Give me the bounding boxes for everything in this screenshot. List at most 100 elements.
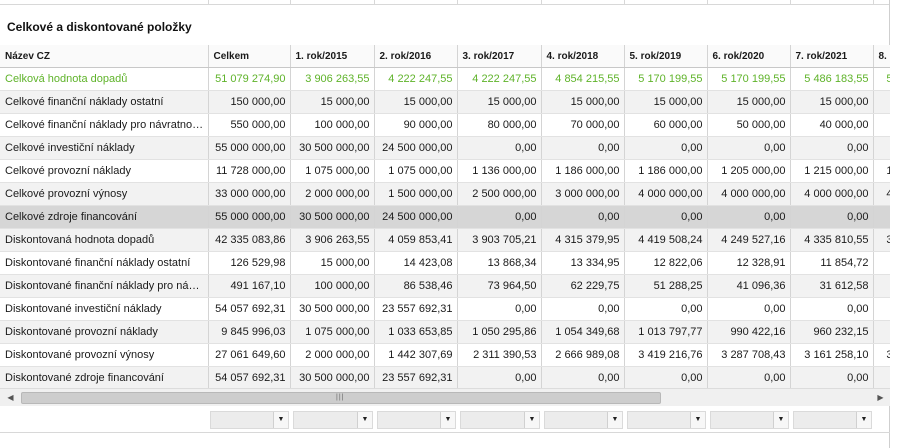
value-cell: 62 229,75 <box>541 274 625 298</box>
value-cell: 0,00 <box>624 205 708 229</box>
value-cell: 73 964,50 <box>457 274 542 298</box>
value-cell: 491 167,10 <box>208 274 291 298</box>
value-cell: 4 <box>873 182 890 206</box>
filter-dropdown[interactable]: ▼ <box>793 411 872 429</box>
filter-dropdown[interactable]: ▼ <box>377 411 456 429</box>
table-row[interactable]: Diskontované provozní náklady 9 845 996,0… <box>0 320 890 344</box>
caret-down-icon[interactable]: ▼ <box>690 412 705 428</box>
value-cell <box>873 90 890 114</box>
table-row[interactable]: Diskontované finanční náklady ostatní 126… <box>0 251 890 275</box>
filter-dropdown[interactable]: ▼ <box>460 411 540 429</box>
value-cell: 12 822,06 <box>624 251 708 275</box>
value-cell: 0,00 <box>707 297 791 321</box>
filter-dropdown[interactable]: ▼ <box>710 411 789 429</box>
value-cell: 86 538,46 <box>374 274 458 298</box>
caret-down-icon[interactable]: ▼ <box>607 412 622 428</box>
value-cell: 1 033 653,85 <box>374 320 458 344</box>
value-cell: 40 000,00 <box>790 113 874 137</box>
column-header[interactable]: Název CZ <box>0 45 209 68</box>
column-header[interactable]: 5. rok/2019 <box>624 45 708 68</box>
value-cell: 3 287 708,43 <box>707 343 791 367</box>
row-label-cell: Celkové finanční náklady pro návratnou f… <box>0 113 209 137</box>
table-row[interactable]: Celkové finanční náklady pro návratnou f… <box>0 113 890 137</box>
value-cell: 23 557 692,31 <box>374 366 458 388</box>
value-cell: 126 529,98 <box>208 251 291 275</box>
column-header[interactable]: Celkem <box>208 45 291 68</box>
value-cell: 30 500 000,00 <box>290 366 375 388</box>
value-cell: 0,00 <box>457 297 542 321</box>
value-cell: 0,00 <box>707 205 791 229</box>
value-cell: 0,00 <box>707 366 791 388</box>
table-row[interactable]: Celková hodnota dopadů 51 079 274,90 3 906… <box>0 67 890 91</box>
value-cell: 5 170 199,55 <box>707 67 791 91</box>
value-cell: 2 000 000,00 <box>290 182 375 206</box>
header-row: Název CZ Celkem 1. rok/2015 2. rok/2016 3. r… <box>0 45 890 68</box>
bottom-divider <box>0 432 890 433</box>
value-cell: 100 000,00 <box>290 113 375 137</box>
value-cell: 15 000,00 <box>624 90 708 114</box>
table-row[interactable]: Diskontované zdroje financování 54 057 69… <box>0 366 890 388</box>
table-row[interactable]: Diskontované provozní výnosy 27 061 649,6… <box>0 343 890 367</box>
caret-down-icon[interactable]: ▼ <box>357 412 372 428</box>
table-row[interactable]: Diskontované investiční náklady 54 057 69… <box>0 297 890 321</box>
column-filter-bar: ▼ ▼ ▼ ▼ ▼ ▼ ▼ ▼ <box>0 410 890 430</box>
value-cell: 9 845 996,03 <box>208 320 291 344</box>
scrollbar-thumb[interactable]: ||| <box>21 392 661 404</box>
column-header[interactable]: 3. rok/2017 <box>457 45 542 68</box>
value-cell: 55 000 000,00 <box>208 136 291 160</box>
value-cell: 100 000,00 <box>290 274 375 298</box>
value-cell <box>873 136 890 160</box>
value-cell: 1 075 000,00 <box>374 159 458 183</box>
value-cell <box>873 205 890 229</box>
column-header[interactable]: 1. rok/2015 <box>290 45 375 68</box>
column-header[interactable]: 8. <box>873 45 890 68</box>
caret-down-icon[interactable]: ▼ <box>440 412 455 428</box>
value-cell: 0,00 <box>790 297 874 321</box>
filter-dropdown[interactable]: ▼ <box>293 411 373 429</box>
column-header[interactable]: 4. rok/2018 <box>541 45 625 68</box>
caret-down-icon[interactable]: ▼ <box>773 412 788 428</box>
table-row[interactable]: Celkové finanční náklady ostatní 150 000,… <box>0 90 890 114</box>
value-cell <box>873 274 890 298</box>
value-cell: 50 000,00 <box>707 113 791 137</box>
table-row[interactable]: Diskontovaná hodnota dopadů 42 335 083,86… <box>0 228 890 252</box>
filter-dropdown[interactable]: ▼ <box>210 411 289 429</box>
column-header[interactable]: 7. rok/2021 <box>790 45 874 68</box>
table-row[interactable]: Celkové zdroje financování 55 000 000,00 3… <box>0 205 890 229</box>
value-cell: 550 000,00 <box>208 113 291 137</box>
value-cell: 0,00 <box>541 297 625 321</box>
row-label-cell: Diskontovaná hodnota dopadů <box>0 228 209 252</box>
value-cell: 0,00 <box>624 366 708 388</box>
column-header[interactable]: 2. rok/2016 <box>374 45 458 68</box>
table-row[interactable]: Celkové provozní výnosy 33 000 000,00 2 00… <box>0 182 890 206</box>
value-cell: 990 422,16 <box>707 320 791 344</box>
scroll-right-icon[interactable]: ▶ <box>872 389 889 406</box>
value-cell: 1 013 797,77 <box>624 320 708 344</box>
table-row[interactable]: Celkové provozní náklady 11 728 000,00 1 0… <box>0 159 890 183</box>
table-row[interactable]: Celkové investiční náklady 55 000 000,00 3… <box>0 136 890 160</box>
row-label-cell: Celkové investiční náklady <box>0 136 209 160</box>
value-cell: 1 500 000,00 <box>374 182 458 206</box>
value-cell: 1 050 295,86 <box>457 320 542 344</box>
table-row[interactable]: Diskontované finanční náklady pro návrat… <box>0 274 890 298</box>
value-cell: 15 000,00 <box>541 90 625 114</box>
caret-down-icon[interactable]: ▼ <box>524 412 539 428</box>
filter-dropdown[interactable]: ▼ <box>544 411 623 429</box>
filter-dropdown[interactable]: ▼ <box>627 411 706 429</box>
value-cell: 5 170 199,55 <box>624 67 708 91</box>
scroll-left-icon[interactable]: ◀ <box>2 389 19 406</box>
horizontal-scrollbar[interactable]: ◀ ||| ▶ <box>0 388 890 406</box>
value-cell: 0,00 <box>790 136 874 160</box>
row-label-cell: Celková hodnota dopadů <box>0 67 209 91</box>
value-cell: 14 423,08 <box>374 251 458 275</box>
value-cell: 0,00 <box>541 136 625 160</box>
value-cell: 0,00 <box>707 136 791 160</box>
caret-down-icon[interactable]: ▼ <box>856 412 871 428</box>
caret-down-icon[interactable]: ▼ <box>273 412 288 428</box>
value-cell <box>873 297 890 321</box>
value-cell: 15 000,00 <box>457 90 542 114</box>
value-cell: 3 903 705,21 <box>457 228 542 252</box>
value-cell <box>873 320 890 344</box>
column-header[interactable]: 6. rok/2020 <box>707 45 791 68</box>
value-cell: 4 000 000,00 <box>707 182 791 206</box>
